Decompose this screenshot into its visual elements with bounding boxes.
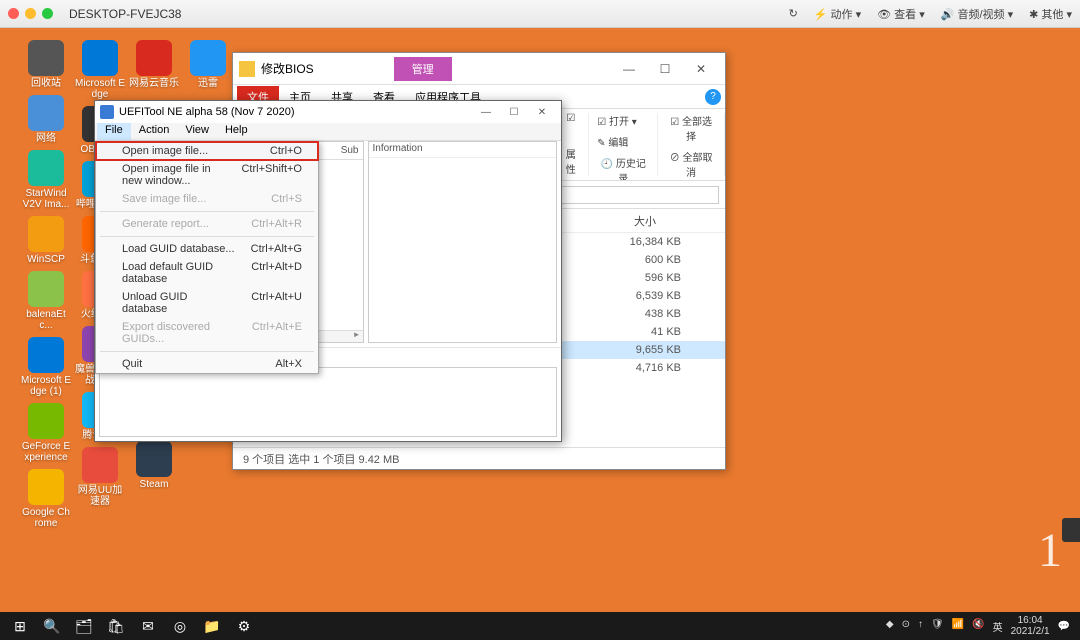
desktop-icon[interactable]: 网络	[21, 95, 71, 144]
explorer-statusbar: 9 个项目 选中 1 个项目 9.42 MB	[233, 447, 725, 469]
desktop-icons-col1: 回收站网络 StarWind V2V Ima... WinSCP balenaEtc.…	[16, 40, 76, 529]
explorer-title: 修改BIOS	[261, 60, 314, 77]
taskbar-button[interactable]: ⚙	[228, 614, 260, 638]
taskbar-button[interactable]: ✉	[132, 614, 164, 638]
desktop-icon[interactable]: Steam	[129, 441, 179, 490]
file-menu-dropdown: Open image file...Ctrl+OOpen image file …	[95, 141, 319, 374]
menu-item: Generate report...Ctrl+Alt+R	[96, 215, 318, 233]
host-menu-audio[interactable]: 🔊 音频/视频 ▾	[941, 6, 1013, 22]
information-panel: Information	[368, 141, 558, 343]
desktop-icon[interactable]: balenaEtc...	[21, 271, 71, 331]
close-icon[interactable]: ✕	[528, 102, 556, 122]
minimize-icon[interactable]: —	[611, 55, 647, 83]
help-icon[interactable]: ?	[705, 89, 721, 105]
explorer-window-buttons: — ☐ ✕	[611, 55, 719, 83]
col-size[interactable]: 大小	[595, 213, 695, 229]
taskbar-button[interactable]: 📁	[196, 614, 228, 638]
info-header: Information	[369, 142, 557, 158]
menu-item[interactable]: Unload GUID databaseCtrl+Alt+U	[96, 288, 318, 318]
remote-desktop: 回收站网络 StarWind V2V Ima... WinSCP balenaEtc.…	[0, 28, 1080, 612]
tray-icon[interactable]: 英	[993, 619, 1003, 634]
ribbon-select-all[interactable]: ☑ 全部选择	[666, 113, 716, 143]
ribbon-select-none[interactable]: ⊘ 全部取消	[666, 149, 716, 179]
menu-item[interactable]: Open image file...Ctrl+O	[96, 142, 318, 160]
desktop-icon[interactable]: WinSCP	[21, 216, 71, 265]
tray-icon[interactable]: ↑	[918, 619, 923, 634]
ribbon-edit[interactable]: ✎ 编辑	[597, 134, 628, 149]
explorer-titlebar[interactable]: 修改BIOS 管理 — ☐ ✕	[233, 53, 725, 85]
menu-item[interactable]: Load default GUID databaseCtrl+Alt+D	[96, 258, 318, 288]
taskbar-button[interactable]: 🔍	[36, 614, 68, 638]
tray-icon[interactable]: 🛡	[931, 619, 944, 634]
uefitool-icon	[100, 105, 114, 119]
desktop-icon[interactable]: 网易UU加速器	[75, 447, 125, 507]
taskbar-items: ⊞🔍🗂🛍✉◎📁⚙	[4, 614, 260, 638]
side-widget[interactable]	[1062, 518, 1080, 542]
menu-item[interactable]: QuitAlt+X	[96, 355, 318, 373]
host-menu: ↻ ⚡ 动作 ▾ 👁 查看 ▾ 🔊 音频/视频 ▾ ✱ 其他 ▾	[789, 6, 1072, 22]
ribbon-history[interactable]: 🕘 历史记录	[597, 155, 649, 181]
menu-action[interactable]: Action	[131, 123, 178, 140]
host-menu-other[interactable]: ✱ 其他 ▾	[1029, 6, 1072, 22]
desktop-icon[interactable]: 回收站	[21, 40, 71, 89]
log-panel[interactable]	[99, 367, 557, 437]
tray-icon[interactable]: ⊙	[902, 619, 910, 634]
desktop-icons-col4: 迅雷	[178, 40, 238, 89]
uefitool-menubar: File Action View Help Open image file...…	[95, 123, 561, 141]
uefitool-title: UEFITool NE alpha 58 (Nov 7 2020)	[119, 106, 294, 118]
close-icon[interactable]: ✕	[683, 55, 719, 83]
menu-view[interactable]: View	[177, 123, 217, 140]
desktop-icon[interactable]: Microsoft Edge	[75, 40, 125, 100]
maximize-icon[interactable]: ☐	[500, 102, 528, 122]
folder-icon	[239, 61, 255, 77]
host-titlebar: DESKTOP-FVEJC38 ↻ ⚡ 动作 ▾ 👁 查看 ▾ 🔊 音频/视频 …	[0, 0, 1080, 28]
uefitool-titlebar[interactable]: UEFITool NE alpha 58 (Nov 7 2020) — ☐ ✕	[95, 101, 561, 123]
menu-item: Save image file...Ctrl+S	[96, 190, 318, 208]
desktop-icon[interactable]: 网易云音乐	[129, 40, 179, 89]
menu-help[interactable]: Help	[217, 123, 256, 140]
traffic-lights	[8, 8, 53, 19]
minimize-icon[interactable]: —	[472, 102, 500, 122]
host-menu-refresh[interactable]: ↻	[789, 7, 798, 20]
menu-item[interactable]: Load GUID database...Ctrl+Alt+G	[96, 240, 318, 258]
tray-icon[interactable]: 📶	[952, 619, 964, 634]
minimize-icon[interactable]	[25, 8, 36, 19]
system-tray: ◆ ⊙ ↑ 🛡 📶 🔇 英 16:04 2021/2/1 💬	[886, 615, 1076, 637]
uefitool-window-buttons: — ☐ ✕	[472, 102, 556, 122]
windows-taskbar: ⊞🔍🗂🛍✉◎📁⚙ ◆ ⊙ ↑ 🛡 📶 🔇 英 16:04 2021/2/1 💬	[0, 612, 1080, 640]
tray-icon[interactable]: 🔇	[972, 619, 984, 634]
close-icon[interactable]	[8, 8, 19, 19]
menu-item: Export discovered GUIDs...Ctrl+Alt+E	[96, 318, 318, 348]
taskbar-button[interactable]: ⊞	[4, 614, 36, 638]
menu-item[interactable]: Open image file in new window...Ctrl+Shi…	[96, 160, 318, 190]
ribbon-open[interactable]: ☑ 打开 ▾	[597, 113, 637, 128]
desktop-icon[interactable]: Microsoft Edge (1)	[21, 337, 71, 397]
taskbar-clock[interactable]: 16:04 2021/2/1	[1011, 615, 1050, 637]
notifications-icon[interactable]: 💬	[1058, 621, 1070, 632]
taskbar-button[interactable]: 🛍	[100, 614, 132, 638]
taskbar-button[interactable]: ◎	[164, 614, 196, 638]
explorer-manage-tab[interactable]: 管理	[394, 57, 452, 81]
maximize-icon[interactable]: ☐	[647, 55, 683, 83]
menu-file[interactable]: File	[97, 123, 131, 140]
host-title: DESKTOP-FVEJC38	[69, 7, 181, 21]
ribbon-group-open: ☑ 打开 ▾ ✎ 编辑 🕘 历史记录 打开	[589, 113, 658, 176]
watermark: 1	[1038, 523, 1062, 578]
host-menu-action[interactable]: ⚡ 动作 ▾	[814, 6, 861, 22]
maximize-icon[interactable]	[42, 8, 53, 19]
ribbon-group-select: ☑ 全部选择 ⊘ 全部取消 ⊟ 反向选择 选择	[658, 113, 725, 176]
tray-icons: ◆ ⊙ ↑ 🛡 📶 🔇 英	[886, 619, 1003, 634]
host-menu-view[interactable]: 👁 查看 ▾	[877, 6, 925, 22]
tray-icon[interactable]: ◆	[886, 619, 894, 634]
taskbar-button[interactable]: 🗂	[68, 614, 100, 638]
uefitool-window: UEFITool NE alpha 58 (Nov 7 2020) — ☐ ✕ …	[94, 100, 562, 442]
desktop-icon[interactable]: GeForce Experience	[21, 403, 71, 463]
desktop-icon[interactable]: Google Chrome	[21, 469, 71, 529]
desktop-icon[interactable]: StarWind V2V Ima...	[21, 150, 71, 210]
desktop-icon[interactable]: 迅雷	[183, 40, 233, 89]
